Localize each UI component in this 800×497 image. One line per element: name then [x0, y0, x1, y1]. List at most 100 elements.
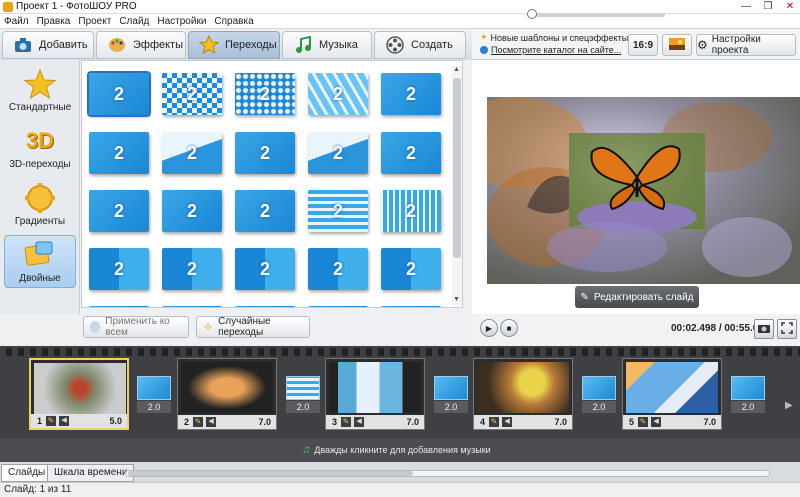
music-track[interactable]: ♫ Дважды кликните для добавления музыки: [0, 438, 800, 462]
tab-add[interactable]: Добавить: [2, 31, 94, 59]
transition-thumb[interactable]: 2: [162, 73, 222, 115]
slide-thumbnail[interactable]: 2 ✎ ◀ 7.0: [177, 358, 277, 430]
tab-slides[interactable]: Слайды: [1, 464, 53, 482]
menu-project[interactable]: Проект: [74, 14, 115, 29]
transition-thumb[interactable]: 2: [87, 71, 151, 117]
transition-slot[interactable]: 2.0: [434, 376, 468, 414]
transition-thumb[interactable]: 2: [308, 73, 368, 115]
grid-scrollbar-thumb[interactable]: [453, 78, 461, 258]
menu-slide[interactable]: Слайд: [115, 14, 153, 29]
snapshot-button[interactable]: [754, 319, 774, 339]
scroll-up-icon[interactable]: ▲: [453, 66, 460, 73]
slide-thumbnail[interactable]: 5 ✎ ◀ 7.0: [622, 358, 722, 430]
audio-icon[interactable]: ◀: [354, 417, 365, 427]
apply-all-button[interactable]: Применить ко всем: [83, 316, 189, 338]
audio-icon[interactable]: ◀: [502, 417, 513, 427]
transition-thumb[interactable]: 2: [162, 190, 222, 232]
transition-slot[interactable]: 2.0: [137, 376, 171, 414]
tab-effects[interactable]: Эффекты: [96, 31, 186, 59]
tab-music[interactable]: Музыка: [282, 31, 372, 59]
camera-icon: [757, 322, 771, 337]
transition-thumb[interactable]: 2: [89, 132, 149, 174]
category-gradients[interactable]: Градиенты: [4, 178, 76, 231]
tab-timeline[interactable]: Шкала времени: [47, 464, 135, 482]
transition-thumb[interactable]: 2: [89, 248, 149, 290]
category-standard-label: Стандартные: [8, 102, 72, 113]
project-settings-button[interactable]: ⚙ Настройки проекта: [696, 34, 796, 56]
edit-slide-icon[interactable]: ✎: [341, 417, 352, 427]
transition-slot-preview: [434, 376, 468, 400]
random-transitions-button[interactable]: ✧ Случайные переходы: [196, 316, 310, 338]
status-bar: Слайд: 1 из 11: [0, 482, 800, 497]
maximize-button[interactable]: ❐: [757, 0, 779, 14]
edit-slide-icon[interactable]: ✎: [193, 417, 204, 427]
transition-thumb[interactable]: 2: [381, 132, 441, 174]
transition-slot[interactable]: 2.0: [286, 376, 320, 414]
slide-thumbnail[interactable]: 3 ✎ ◀ 7.0: [325, 358, 425, 430]
seek-bar[interactable]: [530, 13, 665, 17]
close-button[interactable]: ✕: [779, 0, 800, 14]
transition-thumb-label: 2: [332, 200, 343, 221]
edit-slide-icon[interactable]: ✎: [489, 417, 500, 427]
category-double[interactable]: Двойные: [4, 235, 76, 288]
transition-thumb[interactable]: 2: [162, 248, 222, 290]
stop-button[interactable]: ■: [500, 319, 518, 337]
transition-thumb[interactable]: 2: [89, 190, 149, 232]
category-standard[interactable]: Стандартные: [4, 64, 76, 117]
slide-number: 5: [629, 417, 635, 427]
slide-thumbnail[interactable]: 4 ✎ ◀ 7.0: [473, 358, 573, 430]
slide-thumbnail[interactable]: 1 ✎ ◀ 5.0: [29, 358, 129, 430]
transition-thumb[interactable]: 2: [308, 132, 368, 174]
slide-duration: 5.0: [109, 416, 122, 426]
seek-handle[interactable]: [527, 9, 537, 19]
play-button[interactable]: ▶: [480, 319, 498, 337]
transitions-grid: 2 2 2 2 2 2 2 2 2 2 2 2 2 2 2 2 2 2 2 2: [81, 60, 463, 308]
tab-transitions[interactable]: Переходы: [188, 31, 280, 59]
main-tabs: Добавить Эффекты Переходы Музыка Создать: [0, 29, 472, 60]
new-templates-link[interactable]: ✦ Новые шаблоны и спецэффекты: [480, 32, 628, 43]
menu-file[interactable]: Файл: [0, 14, 33, 29]
transition-thumb[interactable]: 2: [308, 248, 368, 290]
strip-scrollbar-thumb[interactable]: [128, 471, 413, 476]
edit-slide-icon[interactable]: ✎: [638, 417, 649, 427]
audio-icon[interactable]: ◀: [206, 417, 217, 427]
menu-help[interactable]: Справка: [210, 14, 257, 29]
tab-create[interactable]: Создать: [374, 31, 466, 59]
transition-slot[interactable]: 2.0: [731, 376, 765, 414]
edit-slide-icon[interactable]: ✎: [46, 416, 57, 426]
edit-slide-button[interactable]: ✎ Редактировать слайд: [575, 286, 699, 308]
apply-all-label: Применить ко всем: [105, 316, 170, 338]
category-3d[interactable]: 3D 3D-переходы: [4, 121, 76, 174]
menu-edit[interactable]: Правка: [33, 14, 75, 29]
transition-thumb[interactable]: 2: [235, 132, 295, 174]
transition-thumb[interactable]: 2: [381, 248, 441, 290]
transition-thumb[interactable]: 2: [381, 73, 441, 115]
transition-duration: 2.0: [286, 401, 320, 413]
strip-scroll-right-icon[interactable]: ▶: [785, 400, 793, 411]
transition-thumb[interactable]: 2: [235, 73, 295, 115]
transition-thumb[interactable]: 2: [162, 132, 222, 174]
aspect-ratio-button[interactable]: 16:9: [628, 34, 658, 56]
transition-thumb[interactable]: 2: [235, 248, 295, 290]
audio-icon[interactable]: ◀: [59, 416, 70, 426]
music-hint: Дважды кликните для добавления музыки: [314, 445, 491, 455]
transition-duration: 2.0: [582, 401, 616, 413]
transition-slot-preview: [731, 376, 765, 400]
transition-thumb[interactable]: 2: [308, 190, 368, 232]
audio-icon[interactable]: ◀: [651, 417, 662, 427]
transition-thumb[interactable]: 2: [235, 190, 295, 232]
catalog-link[interactable]: Посмотрите каталог на сайте...: [480, 45, 621, 55]
transition-duration: 2.0: [137, 401, 171, 413]
menu-settings[interactable]: Настройки: [153, 14, 210, 29]
scroll-down-icon[interactable]: ▼: [453, 296, 460, 303]
transition-slot[interactable]: 2.0: [582, 376, 616, 414]
category-list: Стандартные 3D 3D-переходы Градиенты Дво…: [0, 60, 80, 314]
minimize-button[interactable]: —: [735, 0, 757, 14]
transition-thumb-label: 2: [259, 258, 270, 279]
strip-scrollbar[interactable]: [125, 470, 770, 477]
transition-thumb-label: 2: [405, 200, 416, 221]
fullscreen-button[interactable]: [777, 319, 797, 339]
transition-thumb[interactable]: 2: [381, 190, 441, 232]
background-button[interactable]: [662, 34, 692, 56]
grid-scrollbar[interactable]: ▲ ▼: [452, 66, 462, 306]
